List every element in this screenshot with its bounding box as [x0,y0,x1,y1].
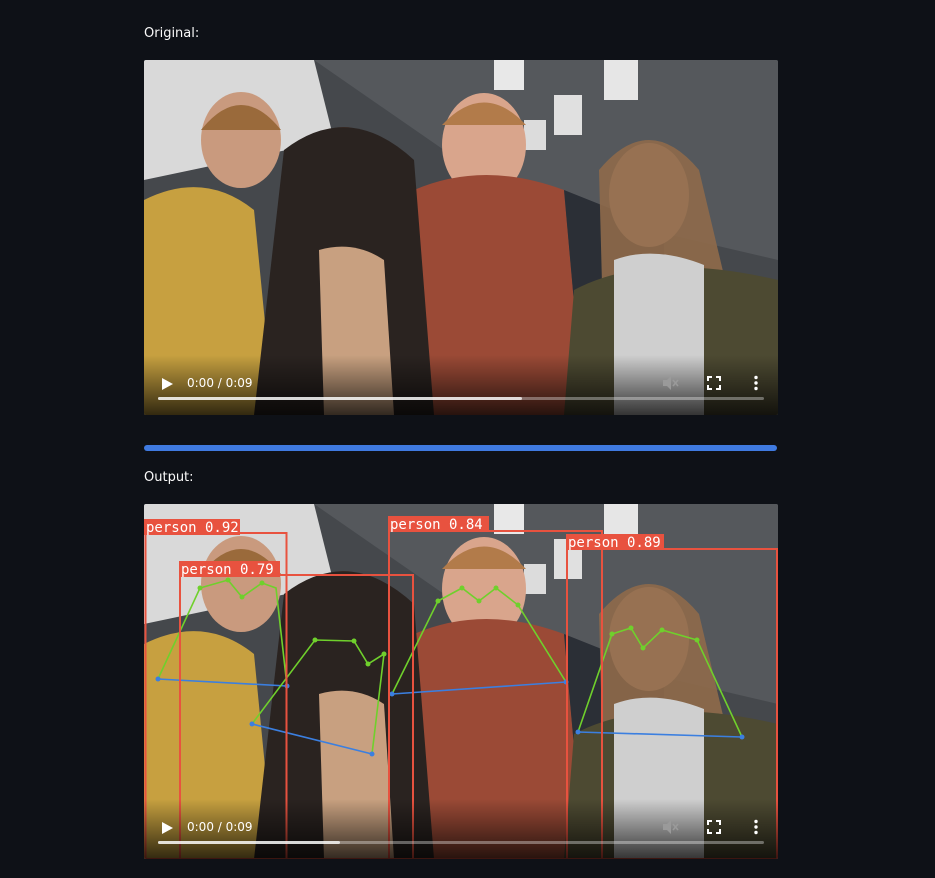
seek-bar[interactable] [158,841,764,844]
more-options-icon[interactable] [747,818,765,836]
original-video-player[interactable]: 0:00 / 0:09 [144,60,778,415]
detection-label-4: person 0.89 [568,535,661,551]
detection-label-2: person 0.79 [181,562,274,578]
volume-muted-icon[interactable] [661,374,679,392]
fullscreen-icon[interactable] [705,818,723,836]
time-display: 0:00 / 0:09 [187,376,253,390]
play-icon[interactable] [160,821,174,835]
detection-label-1: person 0.92 [146,520,239,536]
video-controls: 0:00 / 0:09 [144,355,778,415]
buffered-progress [158,841,340,844]
time-display: 0:00 / 0:09 [187,820,253,834]
output-video-player[interactable]: person 0.92 person 0.79 person 0.84 pers… [144,504,778,859]
progress-bar [144,445,777,451]
seek-bar[interactable] [158,397,764,400]
more-options-icon[interactable] [747,374,765,392]
video-controls: 0:00 / 0:09 [144,799,778,859]
detection-label-3: person 0.84 [390,517,483,533]
fullscreen-icon[interactable] [705,374,723,392]
output-label: Output: [144,470,194,485]
original-label: Original: [144,26,200,41]
play-icon[interactable] [160,377,174,391]
buffered-progress [158,397,522,400]
volume-muted-icon[interactable] [661,818,679,836]
